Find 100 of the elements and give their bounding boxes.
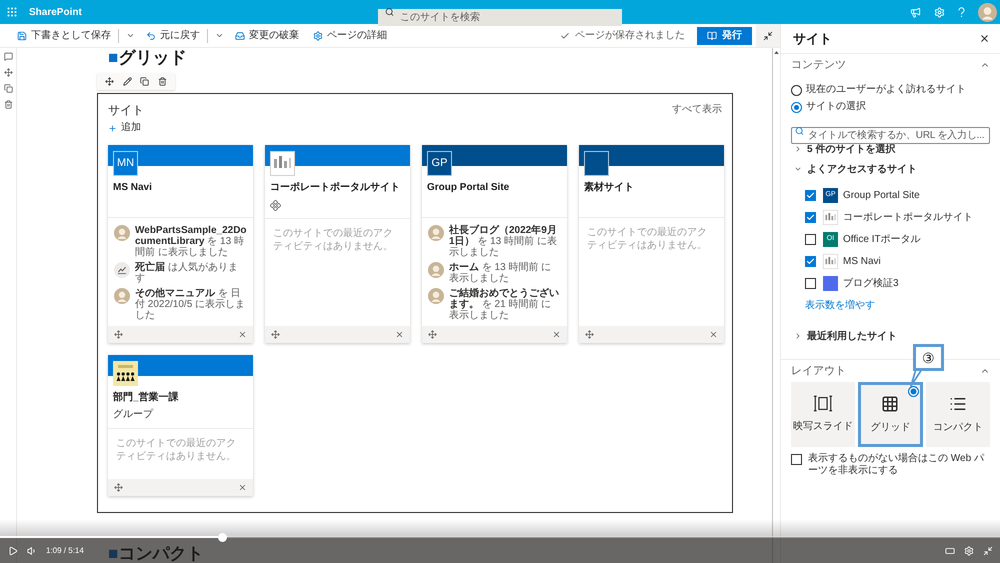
- progress-track[interactable]: [0, 533, 1000, 542]
- chevron-down-icon[interactable]: [794, 165, 802, 173]
- section-heading: ■グリッド: [108, 48, 186, 68]
- move-icon[interactable]: [105, 77, 114, 86]
- avatar-icon: [428, 225, 444, 241]
- command-button[interactable]: 元に戻す: [144, 26, 202, 46]
- plus-icon: [108, 124, 117, 132]
- close-icon[interactable]: [238, 483, 247, 492]
- site-card[interactable]: 素材サイト このサイトでの最近のアクティビティはありません。: [579, 145, 724, 343]
- activity-text: 死亡届 は人気があります: [135, 262, 239, 284]
- site-card[interactable]: GP Group Portal Site 社長ブログ（2022年9月1日） を 13 時間前 に表示しました ホーム を 13 時間前 に表示しました ご結婚おめでとうございます。 を 21 時間前 に表示しました: [422, 145, 567, 343]
- card-title: MS Navi: [113, 182, 152, 194]
- checkbox[interactable]: [805, 234, 816, 244]
- theater-mode-icon[interactable]: [945, 546, 955, 556]
- save-icon: [17, 30, 27, 40]
- radio-button[interactable]: [791, 84, 802, 96]
- chevron-right-icon[interactable]: [794, 145, 802, 153]
- activity-text: WebPartsSample_22DocumentLibrary を 13 時間前 に表示しました: [135, 225, 247, 258]
- close-icon[interactable]: [395, 330, 404, 339]
- site-card[interactable]: コーポレートポータルサイト このサイトでの最近のアクティビティはありません。: [265, 145, 410, 343]
- site-label: MS Navi: [843, 254, 881, 268]
- collapse-button[interactable]: [756, 24, 780, 47]
- site-logo: GP: [427, 151, 452, 176]
- checkbox-label: 表示するものがない場合はこの Web パーツを非表示にする: [808, 453, 986, 477]
- site-logo: MN: [113, 151, 138, 176]
- check-icon: [806, 190, 815, 200]
- command-button[interactable]: 下書きとして保存: [15, 26, 113, 46]
- see-all-link[interactable]: すべて表示: [672, 104, 722, 116]
- site-label: Group Portal Site: [843, 188, 920, 202]
- checkbox[interactable]: [805, 256, 816, 266]
- move-icon[interactable]: [4, 68, 12, 77]
- close-icon: [978, 33, 990, 44]
- checkbox[interactable]: [805, 190, 816, 200]
- radio-label: 現在のユーザーがよく訪れるサイト: [806, 84, 966, 96]
- command-button[interactable]: 変更の破棄: [233, 26, 301, 46]
- group-label[interactable]: よくアクセスするサイト: [807, 162, 917, 176]
- exit-fullscreen-icon[interactable]: [983, 546, 993, 556]
- activity-text: 社長ブログ（2022年9月1日） を 13 時間前 に表示しました: [449, 225, 558, 258]
- site-card[interactable]: MN MS Navi WebPartsSample_22DocumentLibrary を 13 時間前 に表示しました 死亡届 は人気があります その他マニュアル を 日付 2022/10/5 に表示しました: [108, 145, 253, 343]
- move-icon[interactable]: [114, 330, 123, 339]
- progress-thumb[interactable]: [218, 533, 226, 542]
- close-icon[interactable]: [552, 330, 561, 339]
- group-label[interactable]: 5 件のサイトを選択: [807, 142, 896, 156]
- radio-label: サイトの選択: [806, 101, 866, 113]
- publish-button[interactable]: 発行: [697, 26, 752, 44]
- square-logo-icon: [584, 151, 609, 176]
- checkbox[interactable]: [805, 212, 816, 222]
- undo-icon: [146, 30, 156, 40]
- book-icon: [707, 30, 717, 40]
- copy-icon[interactable]: [4, 84, 12, 93]
- radio-button[interactable]: [791, 102, 802, 112]
- checkbox[interactable]: [805, 278, 816, 288]
- card-subtitle: グループ: [113, 409, 153, 421]
- layout-option[interactable]: グリッド: [858, 382, 923, 447]
- command-button[interactable]: ページの詳細: [311, 26, 389, 46]
- volume-icon[interactable]: [27, 546, 37, 556]
- search-field[interactable]: このサイトを検索: [378, 8, 622, 26]
- edit-icon[interactable]: [122, 77, 132, 86]
- move-icon[interactable]: [585, 330, 594, 339]
- section-title: レイアウト: [791, 364, 846, 379]
- copy-icon[interactable]: [140, 77, 150, 86]
- site-card[interactable]: 部門_営業一課 グループ このサイトでの最近のアクティビティはありません。: [108, 355, 253, 496]
- layout-option[interactable]: コンパクト: [926, 382, 990, 447]
- grid-icon: [881, 394, 900, 412]
- settings-icon[interactable]: [934, 6, 945, 18]
- settings-icon[interactable]: [964, 546, 974, 556]
- search-icon: [385, 8, 394, 16]
- team-logo-icon: [113, 361, 138, 386]
- close-icon[interactable]: [709, 330, 718, 339]
- move-icon[interactable]: [271, 330, 280, 339]
- gear-icon: [313, 30, 323, 40]
- logo-image: [823, 254, 838, 268]
- delete-icon[interactable]: [158, 77, 167, 86]
- avatar-icon: [114, 288, 130, 304]
- move-icon[interactable]: [114, 483, 123, 492]
- video-time: 1:09 / 5:14: [46, 545, 84, 557]
- close-icon[interactable]: [238, 330, 247, 339]
- empty-activity-message: このサイトでの最近のアクティビティはありません。: [116, 437, 237, 463]
- checkbox[interactable]: [791, 454, 802, 465]
- add-button[interactable]: 追加: [108, 121, 141, 135]
- check-icon: [806, 212, 815, 222]
- delete-icon[interactable]: [4, 100, 12, 109]
- play-icon[interactable]: [8, 546, 18, 556]
- site-search-field[interactable]: タイトルで検索するか、URL を入力し...: [791, 127, 990, 144]
- help-icon[interactable]: [958, 6, 965, 18]
- site-label: コーポレートポータルサイト: [843, 210, 973, 224]
- megaphone-icon[interactable]: [910, 6, 921, 18]
- group-label[interactable]: 最近利用したサイト: [807, 328, 897, 344]
- card-title: 部門_営業一課: [113, 392, 179, 404]
- scroll-up-icon[interactable]: [774, 51, 779, 54]
- step-callout: ③: [913, 344, 944, 371]
- tray-icon: [235, 30, 245, 40]
- trending-chart-icon: [114, 262, 130, 278]
- show-more-link[interactable]: 表示数を増やす: [805, 300, 875, 312]
- comment-icon[interactable]: [4, 52, 12, 61]
- check-icon: [806, 256, 815, 266]
- app-launcher-icon[interactable]: [6, 6, 18, 18]
- move-icon[interactable]: [428, 330, 437, 339]
- chevron-right-icon[interactable]: [794, 332, 802, 340]
- layout-option[interactable]: 映写スライド: [791, 382, 856, 447]
